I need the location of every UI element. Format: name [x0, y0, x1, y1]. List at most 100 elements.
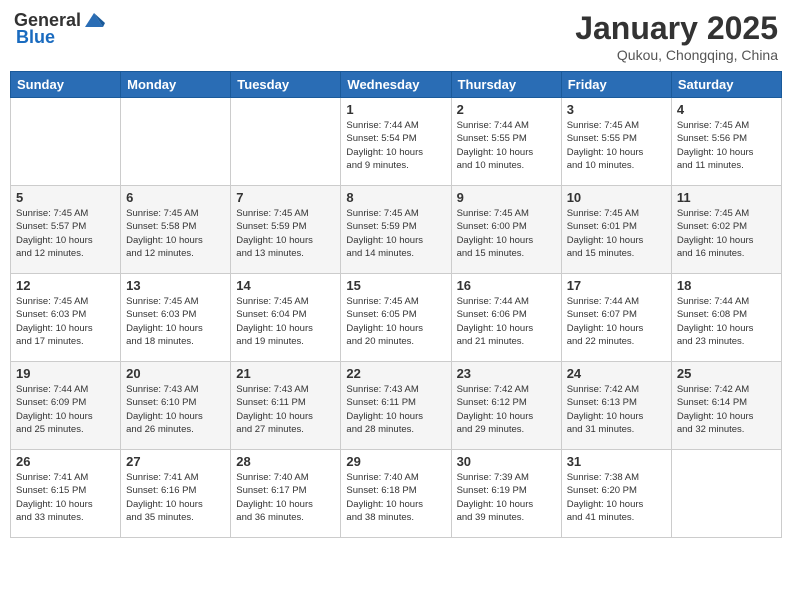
week-row-1: 1 Sunrise: 7:44 AM Sunset: 5:54 PM Daylig… [11, 98, 782, 186]
day-number: 23 [457, 366, 556, 381]
calendar-cell: 26Sunrise: 7:41 AM Sunset: 6:15 PM Dayli… [11, 450, 121, 538]
day-number: 4 [677, 102, 776, 117]
day-number: 6 [126, 190, 225, 205]
logo: General Blue [14, 10, 105, 48]
calendar-table: SundayMondayTuesdayWednesdayThursdayFrid… [10, 71, 782, 538]
calendar-cell: 11 Sunrise: 7:45 AM Sunset: 6:02 PM Dayli… [671, 186, 781, 274]
calendar-cell: 25 Sunrise: 7:42 AM Sunset: 6:14 PM Dayli… [671, 362, 781, 450]
day-info: Sunrise: 7:45 AM Sunset: 6:03 PM Dayligh… [126, 295, 225, 348]
calendar-cell: 31Sunrise: 7:38 AM Sunset: 6:20 PM Dayli… [561, 450, 671, 538]
calendar-cell: 22 Sunrise: 7:43 AM Sunset: 6:11 PM Dayli… [341, 362, 451, 450]
day-number: 1 [346, 102, 445, 117]
calendar-cell: 3Sunrise: 7:45 AM Sunset: 5:55 PM Daylig… [561, 98, 671, 186]
calendar-header-sunday: Sunday [11, 72, 121, 98]
week-row-5: 26Sunrise: 7:41 AM Sunset: 6:15 PM Dayli… [11, 450, 782, 538]
title-section: January 2025 Qukou, Chongqing, China [575, 10, 778, 63]
logo-icon [83, 9, 105, 31]
day-number: 25 [677, 366, 776, 381]
calendar-cell [231, 98, 341, 186]
day-number: 12 [16, 278, 115, 293]
day-number: 3 [567, 102, 666, 117]
day-info: Sunrise: 7:44 AM Sunset: 5:54 PM Dayligh… [346, 119, 445, 172]
day-info: Sunrise: 7:45 AM Sunset: 5:56 PM Dayligh… [677, 119, 776, 172]
calendar-cell: 7 Sunrise: 7:45 AM Sunset: 5:59 PM Daylig… [231, 186, 341, 274]
day-number: 11 [677, 190, 776, 205]
calendar-cell: 15 Sunrise: 7:45 AM Sunset: 6:05 PM Dayli… [341, 274, 451, 362]
week-row-2: 5Sunrise: 7:45 AM Sunset: 5:57 PM Daylig… [11, 186, 782, 274]
calendar-cell: 30 Sunrise: 7:39 AM Sunset: 6:19 PM Dayli… [451, 450, 561, 538]
calendar-header-tuesday: Tuesday [231, 72, 341, 98]
day-info: Sunrise: 7:43 AM Sunset: 6:10 PM Dayligh… [126, 383, 225, 436]
calendar-cell: 6 Sunrise: 7:45 AM Sunset: 5:58 PM Daylig… [121, 186, 231, 274]
calendar-cell: 18 Sunrise: 7:44 AM Sunset: 6:08 PM Dayli… [671, 274, 781, 362]
calendar-header-row: SundayMondayTuesdayWednesdayThursdayFrid… [11, 72, 782, 98]
day-number: 26 [16, 454, 115, 469]
day-info: Sunrise: 7:44 AM Sunset: 6:09 PM Dayligh… [16, 383, 115, 436]
day-number: 29 [346, 454, 445, 469]
calendar-header-wednesday: Wednesday [341, 72, 451, 98]
month-title: January 2025 [575, 10, 778, 47]
day-number: 27 [126, 454, 225, 469]
day-number: 15 [346, 278, 445, 293]
calendar-cell: 10 Sunrise: 7:45 AM Sunset: 6:01 PM Dayli… [561, 186, 671, 274]
day-info: Sunrise: 7:38 AM Sunset: 6:20 PM Dayligh… [567, 471, 666, 524]
day-info: Sunrise: 7:45 AM Sunset: 6:00 PM Dayligh… [457, 207, 556, 260]
day-number: 28 [236, 454, 335, 469]
page-header: General Blue January 2025 Qukou, Chongqi… [10, 10, 782, 63]
day-number: 19 [16, 366, 115, 381]
calendar-cell: 16 Sunrise: 7:44 AM Sunset: 6:06 PM Dayli… [451, 274, 561, 362]
day-info: Sunrise: 7:45 AM Sunset: 6:02 PM Dayligh… [677, 207, 776, 260]
calendar-cell: 17Sunrise: 7:44 AM Sunset: 6:07 PM Dayli… [561, 274, 671, 362]
calendar-cell: 13 Sunrise: 7:45 AM Sunset: 6:03 PM Dayli… [121, 274, 231, 362]
calendar-cell: 8Sunrise: 7:45 AM Sunset: 5:59 PM Daylig… [341, 186, 451, 274]
day-number: 20 [126, 366, 225, 381]
day-info: Sunrise: 7:42 AM Sunset: 6:14 PM Dayligh… [677, 383, 776, 436]
calendar-cell: 4 Sunrise: 7:45 AM Sunset: 5:56 PM Daylig… [671, 98, 781, 186]
day-number: 24 [567, 366, 666, 381]
calendar-cell: 21Sunrise: 7:43 AM Sunset: 6:11 PM Dayli… [231, 362, 341, 450]
day-number: 9 [457, 190, 556, 205]
day-number: 30 [457, 454, 556, 469]
calendar-cell [121, 98, 231, 186]
logo-blue: Blue [16, 27, 55, 48]
day-number: 22 [346, 366, 445, 381]
day-info: Sunrise: 7:44 AM Sunset: 6:08 PM Dayligh… [677, 295, 776, 348]
day-info: Sunrise: 7:45 AM Sunset: 5:59 PM Dayligh… [346, 207, 445, 260]
day-info: Sunrise: 7:40 AM Sunset: 6:18 PM Dayligh… [346, 471, 445, 524]
day-info: Sunrise: 7:44 AM Sunset: 5:55 PM Dayligh… [457, 119, 556, 172]
calendar-cell [11, 98, 121, 186]
day-info: Sunrise: 7:45 AM Sunset: 6:04 PM Dayligh… [236, 295, 335, 348]
day-number: 7 [236, 190, 335, 205]
day-info: Sunrise: 7:42 AM Sunset: 6:13 PM Dayligh… [567, 383, 666, 436]
day-info: Sunrise: 7:40 AM Sunset: 6:17 PM Dayligh… [236, 471, 335, 524]
calendar-cell: 19 Sunrise: 7:44 AM Sunset: 6:09 PM Dayli… [11, 362, 121, 450]
calendar-cell: 2 Sunrise: 7:44 AM Sunset: 5:55 PM Daylig… [451, 98, 561, 186]
calendar-header-monday: Monday [121, 72, 231, 98]
calendar-cell: 12 Sunrise: 7:45 AM Sunset: 6:03 PM Dayli… [11, 274, 121, 362]
day-info: Sunrise: 7:45 AM Sunset: 6:01 PM Dayligh… [567, 207, 666, 260]
day-info: Sunrise: 7:44 AM Sunset: 6:06 PM Dayligh… [457, 295, 556, 348]
day-info: Sunrise: 7:45 AM Sunset: 6:05 PM Dayligh… [346, 295, 445, 348]
day-number: 2 [457, 102, 556, 117]
calendar-cell: 28 Sunrise: 7:40 AM Sunset: 6:17 PM Dayli… [231, 450, 341, 538]
day-number: 10 [567, 190, 666, 205]
day-info: Sunrise: 7:45 AM Sunset: 6:03 PM Dayligh… [16, 295, 115, 348]
day-info: Sunrise: 7:45 AM Sunset: 5:59 PM Dayligh… [236, 207, 335, 260]
calendar-cell: 9 Sunrise: 7:45 AM Sunset: 6:00 PM Daylig… [451, 186, 561, 274]
day-number: 16 [457, 278, 556, 293]
day-number: 21 [236, 366, 335, 381]
day-number: 13 [126, 278, 225, 293]
week-row-3: 12 Sunrise: 7:45 AM Sunset: 6:03 PM Dayli… [11, 274, 782, 362]
day-info: Sunrise: 7:39 AM Sunset: 6:19 PM Dayligh… [457, 471, 556, 524]
day-info: Sunrise: 7:43 AM Sunset: 6:11 PM Dayligh… [346, 383, 445, 436]
calendar-cell: 23Sunrise: 7:42 AM Sunset: 6:12 PM Dayli… [451, 362, 561, 450]
calendar-cell: 24 Sunrise: 7:42 AM Sunset: 6:13 PM Dayli… [561, 362, 671, 450]
day-info: Sunrise: 7:45 AM Sunset: 5:57 PM Dayligh… [16, 207, 115, 260]
day-number: 14 [236, 278, 335, 293]
day-info: Sunrise: 7:45 AM Sunset: 5:58 PM Dayligh… [126, 207, 225, 260]
calendar-header-thursday: Thursday [451, 72, 561, 98]
day-number: 18 [677, 278, 776, 293]
day-info: Sunrise: 7:41 AM Sunset: 6:16 PM Dayligh… [126, 471, 225, 524]
calendar-cell [671, 450, 781, 538]
calendar-header-friday: Friday [561, 72, 671, 98]
